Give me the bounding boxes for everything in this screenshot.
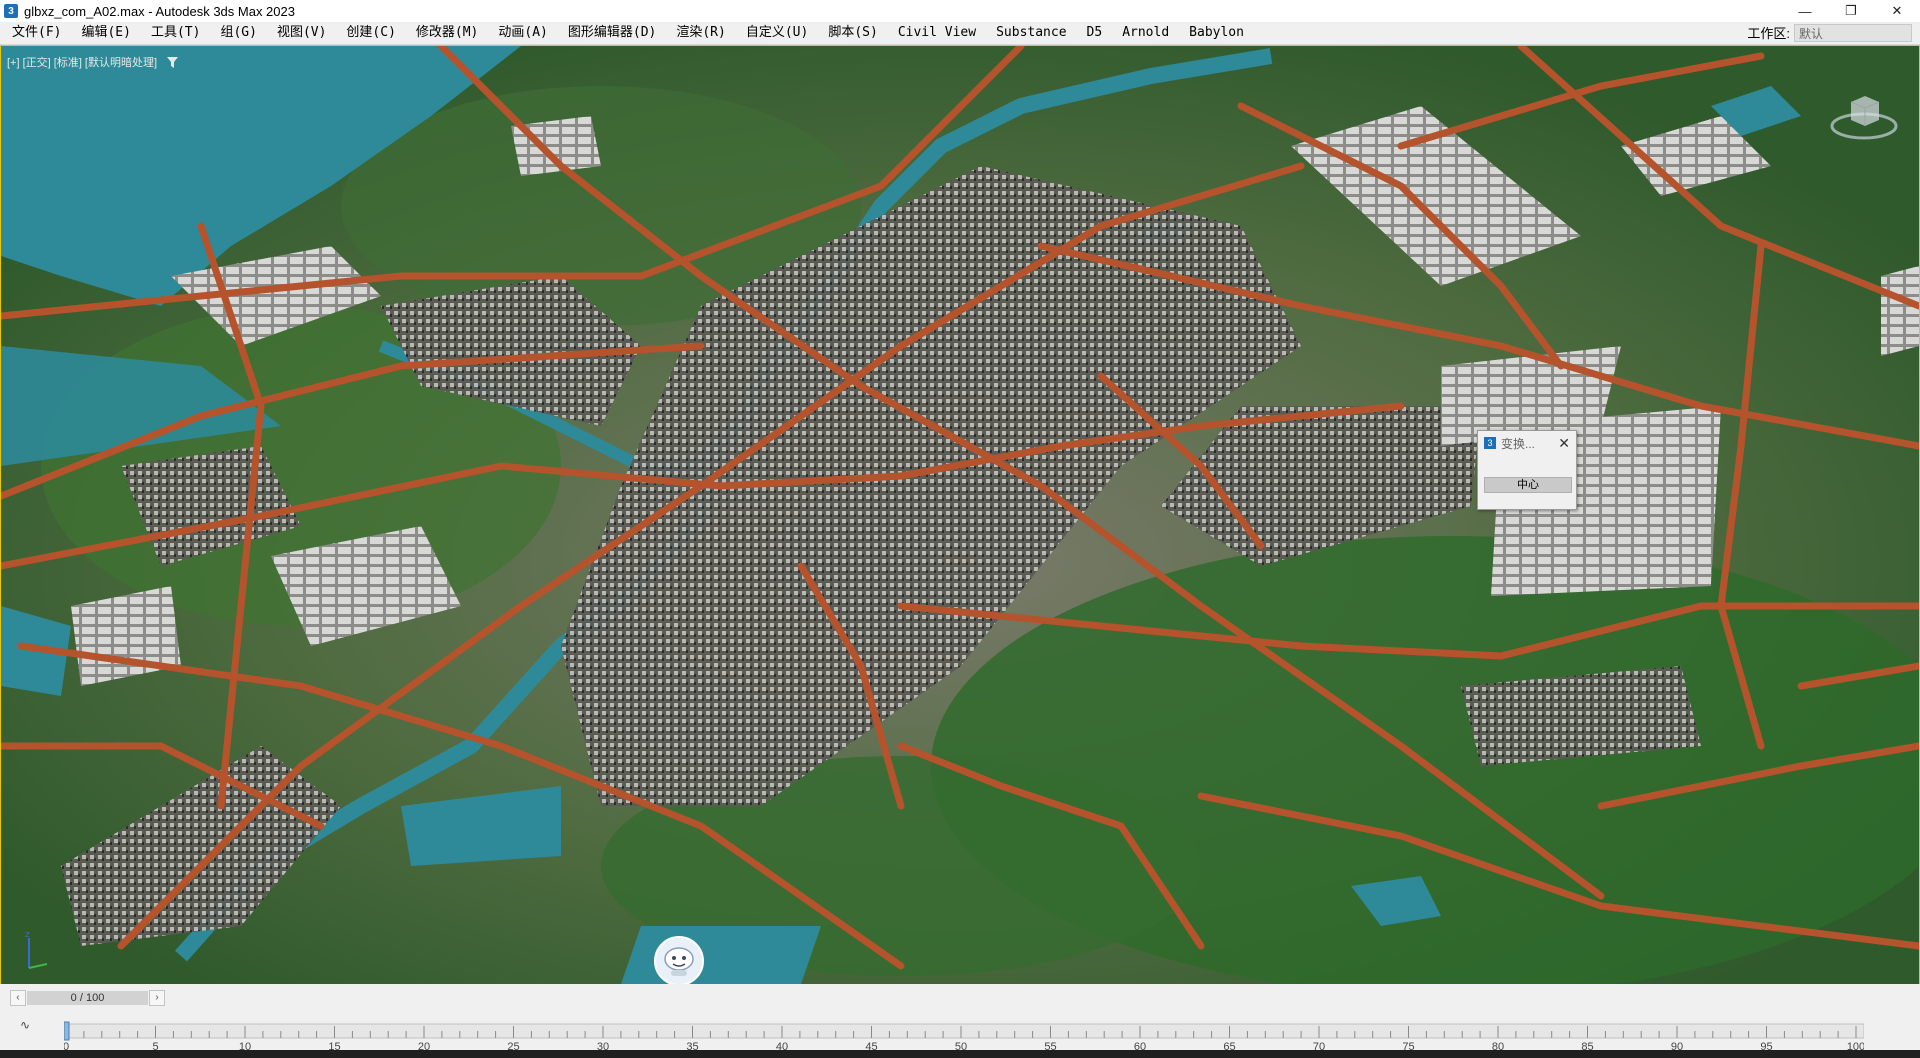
menu-view[interactable]: 视图(V)	[267, 22, 336, 44]
menu-d5[interactable]: D5	[1077, 22, 1113, 44]
menu-civil-view[interactable]: Civil View	[888, 22, 986, 44]
viewport-label-menu[interactable]: [+] [正交] [标准] [默认明暗处理]	[7, 54, 179, 70]
filter-icon[interactable]	[167, 56, 179, 68]
minimize-button[interactable]: —	[1782, 0, 1828, 22]
menu-file[interactable]: 文件(F)	[0, 22, 71, 44]
center-button[interactable]: 中心	[1484, 477, 1572, 493]
prev-frame-button[interactable]: ‹	[10, 990, 26, 1006]
title-bar: 3 glbxz_com_A02.max - Autodesk 3ds Max 2…	[0, 0, 1920, 22]
track-bar[interactable]: 0 5 10 15 20 25 30 35 40 45 50 55 60 65 70 75 80 85 90 95 10…	[64, 1014, 1864, 1054]
frame-counter[interactable]: 0 / 100	[26, 991, 149, 1005]
menu-rendering[interactable]: 渲染(R)	[666, 22, 735, 44]
close-button[interactable]: ✕	[1874, 0, 1920, 22]
curve-editor-icon[interactable]: ∿	[20, 1018, 30, 1032]
workspace-selector: 工作区: 默认	[1747, 23, 1912, 42]
3dsmax-app-icon[interactable]: 3	[4, 4, 18, 18]
menu-animation[interactable]: 动画(A)	[488, 22, 557, 44]
window-title: glbxz_com_A02.max - Autodesk 3ds Max 202…	[24, 3, 295, 19]
menu-bar: 文件(F) 编辑(E) 工具(T) 组(G) 视图(V) 创建(C) 修改器(M…	[0, 22, 1920, 45]
menu-graph-editors[interactable]: 图形编辑器(D)	[558, 22, 666, 44]
next-frame-button[interactable]: ›	[149, 990, 165, 1006]
time-slider-thumb[interactable]	[64, 1021, 70, 1041]
time-slider[interactable]: ‹ 0 / 100 ›	[10, 990, 165, 1006]
menu-customize[interactable]: 自定义(U)	[736, 22, 818, 44]
os-taskbar	[0, 1050, 1920, 1058]
city-scene-render	[1, 46, 1919, 984]
menu-edit[interactable]: 编辑(E)	[71, 22, 140, 44]
menu-babylon[interactable]: Babylon	[1179, 22, 1254, 44]
dialog-header[interactable]: 3 变换... ✕	[1478, 431, 1576, 455]
svg-text:z: z	[25, 930, 30, 940]
viewport-label-text[interactable]: [+] [正交] [标准] [默认明暗处理]	[7, 54, 157, 70]
menu-arnold[interactable]: Arnold	[1112, 22, 1179, 44]
menu-scripting[interactable]: 脚本(S)	[818, 22, 887, 44]
menu-modifiers[interactable]: 修改器(M)	[406, 22, 488, 44]
robot-face-icon	[664, 947, 694, 976]
menu-group[interactable]: 组(G)	[210, 22, 266, 44]
restore-button[interactable]: ❐	[1828, 0, 1874, 22]
transform-dialog: 3 变换... ✕ 中心	[1477, 430, 1577, 510]
dialog-title: 变换...	[1501, 436, 1536, 451]
timeline-panel: ‹ 0 / 100 › ∿ 0 5 10 15 20 25 30 35 40 45 50 55 60 65…	[0, 984, 1920, 1058]
window-controls: — ❐ ✕	[1782, 0, 1920, 22]
assistant-mascot-icon[interactable]	[654, 936, 704, 984]
axis-tripod-icon: z	[25, 930, 48, 969]
workspace-label: 工作区:	[1747, 26, 1790, 41]
viewcube-icon[interactable]	[1829, 84, 1899, 144]
dialog-app-icon: 3	[1484, 437, 1496, 449]
workspace-dropdown[interactable]: 默认	[1794, 23, 1912, 42]
perspective-viewport[interactable]: [+] [正交] [标准] [默认明暗处理] z	[0, 45, 1920, 985]
menu-create[interactable]: 创建(C)	[336, 22, 405, 44]
menu-tools[interactable]: 工具(T)	[141, 22, 210, 44]
menu-substance[interactable]: Substance	[986, 22, 1076, 44]
dialog-close-icon[interactable]: ✕	[1558, 435, 1570, 452]
